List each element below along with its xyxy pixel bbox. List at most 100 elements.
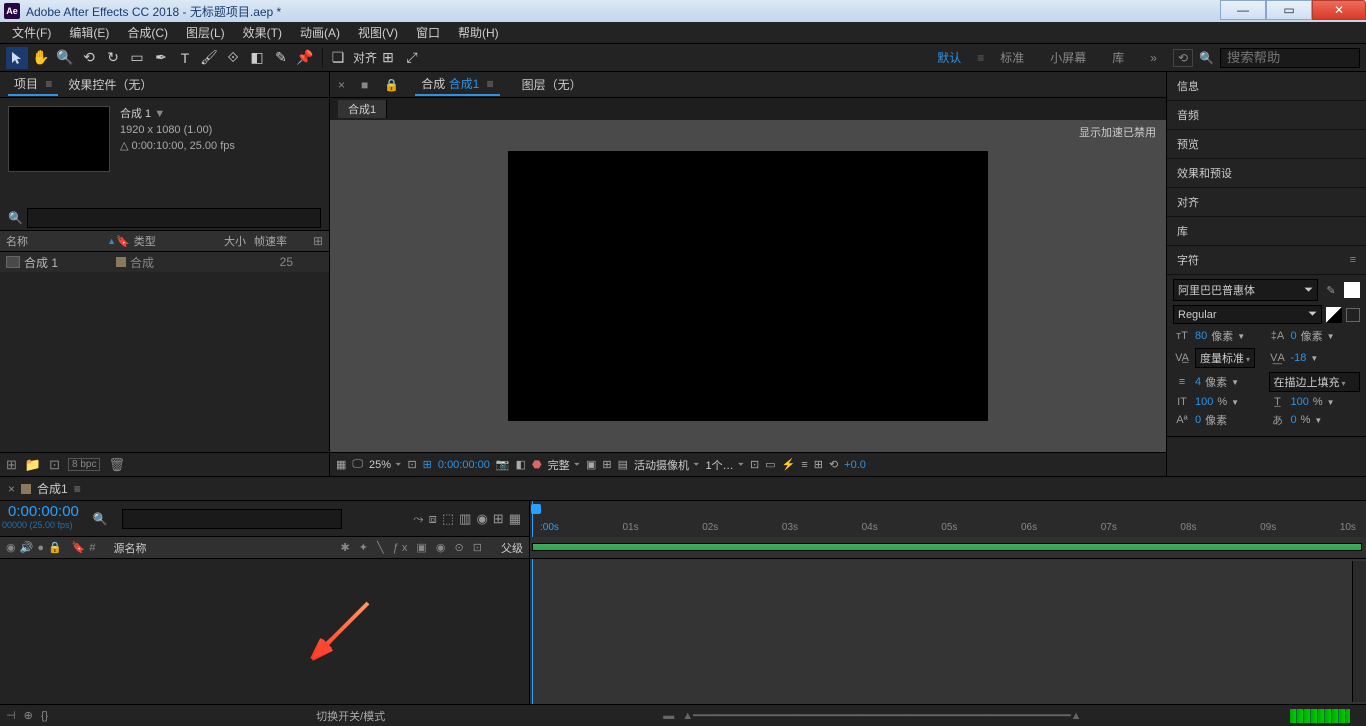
stroke-width-value[interactable]: 4 (1195, 376, 1201, 388)
menu-edit[interactable]: 编辑(E) (61, 22, 117, 43)
menu-layer[interactable]: 图层(L) (178, 22, 233, 43)
tab-effect-controls[interactable]: 效果控件（无） (62, 74, 158, 95)
draft3d-icon[interactable]: ⧈ (429, 511, 437, 527)
baseline-value[interactable]: 0 (1195, 414, 1201, 426)
tracking-value[interactable]: -18 (1291, 352, 1307, 364)
res-down-icon[interactable]: ⊡ (407, 458, 416, 471)
brush-tool[interactable]: 🖌 (198, 47, 220, 69)
source-name-header[interactable]: 源名称 (114, 540, 147, 556)
solo-col-icon[interactable]: ● (37, 542, 44, 554)
tab-project[interactable]: 项目 ≡ (8, 73, 58, 96)
panel-character[interactable]: 字符≡ (1167, 246, 1366, 275)
font-size-value[interactable]: 80 (1195, 330, 1207, 342)
project-item-row[interactable]: 合成 1 合成 25 (0, 252, 329, 272)
trash-icon[interactable]: 🗑 (108, 457, 125, 473)
menu-animation[interactable]: 动画(A) (292, 22, 348, 43)
eraser-tool[interactable]: ◧ (246, 47, 268, 69)
roi-icon[interactable]: ▣ (586, 458, 596, 471)
workspace-standard[interactable]: 标准 (990, 47, 1034, 68)
panel-preview[interactable]: 预览 (1167, 130, 1366, 159)
motion-blur-icon[interactable]: ◉ (476, 511, 487, 527)
menu-window[interactable]: 窗口 (408, 22, 448, 43)
snapping-toggle[interactable]: ⊞ (377, 47, 399, 69)
timeline-layer-area[interactable] (0, 559, 530, 704)
timeline-ruler[interactable]: :00s01s02s03s04s05s06s07s08s09s10s (530, 501, 1366, 537)
show-snapshot-icon[interactable]: ◧ (516, 458, 526, 471)
maximize-button[interactable]: ▭ (1266, 0, 1312, 20)
panel-library[interactable]: 库 (1167, 217, 1366, 246)
leading-value[interactable]: 0 (1291, 330, 1297, 342)
fast-preview-icon[interactable]: ⚡ (782, 458, 796, 471)
roto-tool[interactable]: ✎ (270, 47, 292, 69)
flowchart-icon[interactable]: ⊞ (814, 458, 823, 471)
workspace-small[interactable]: 小屏幕 (1040, 47, 1096, 68)
text-tool[interactable]: T (174, 47, 196, 69)
scrollbar-v[interactable] (1352, 561, 1366, 702)
font-style-selector[interactable]: Regular⏷ (1173, 305, 1322, 324)
font-family-selector[interactable]: 阿里巴巴普惠体⏷ (1173, 279, 1318, 301)
work-area-bar[interactable] (532, 543, 1362, 551)
zoom-slider[interactable]: ▲━━━━━━━━━━━━━━━━━━━━━━━━━━━━━━━━━━━━━━━… (682, 709, 1081, 722)
channel-icon[interactable]: ⬣ (532, 458, 542, 471)
hscale-value[interactable]: 100 (1291, 396, 1309, 408)
viewer-area[interactable]: 显示加速已禁用 (330, 120, 1166, 452)
flowchart-icon[interactable]: ⊞ (313, 234, 323, 248)
stroke-mode-selector[interactable]: 在描边上填充 (1269, 372, 1361, 392)
current-time-indicator[interactable] (532, 559, 533, 704)
timeline-icon[interactable]: ≡ (801, 459, 807, 471)
panel-info[interactable]: 信息 (1167, 72, 1366, 101)
rotate-tool[interactable]: ↻ (102, 47, 124, 69)
project-search-input[interactable] (27, 208, 321, 228)
lock-col-icon[interactable]: 🔒 (48, 541, 62, 554)
eyedropper-icon[interactable]: ✎ (1322, 284, 1340, 297)
timeline-tab[interactable]: 合成1 (37, 480, 68, 497)
panel-align[interactable]: 对齐 (1167, 188, 1366, 217)
zoom-selector[interactable]: 25% (369, 459, 401, 471)
kerning-selector[interactable]: 度量标准 (1195, 348, 1255, 368)
stamp-tool[interactable]: ⟐ (222, 47, 244, 69)
grid-icon[interactable]: ⊞ (602, 458, 611, 471)
lock-icon[interactable]: 🔒 (384, 78, 399, 92)
viewer-timecode[interactable]: 0:00:00:00 (438, 459, 490, 471)
comp-mini-tab[interactable]: 合成1 (338, 100, 387, 118)
camera-selector[interactable]: 活动摄像机 (634, 457, 699, 473)
video-col-icon[interactable]: ◉ (6, 541, 16, 554)
transparency-grid-icon[interactable]: ⊞ (423, 458, 432, 471)
menu-effect[interactable]: 效果(T) (235, 22, 290, 43)
menu-composition[interactable]: 合成(C) (119, 22, 176, 43)
toggle-modes-icon[interactable]: ⊕ (24, 709, 33, 722)
menu-file[interactable]: 文件(F) (4, 22, 59, 43)
timeline-timecode[interactable]: 0:00:00:00 (8, 503, 79, 520)
menu-view[interactable]: 视图(V) (350, 22, 406, 43)
parent-header[interactable]: 父级 (501, 540, 523, 556)
minimize-button[interactable]: — (1220, 0, 1266, 20)
zoom-tool[interactable]: 🔍 (54, 47, 76, 69)
interpret-icon[interactable]: ⊞ (6, 457, 17, 473)
workspace-default[interactable]: 默认 (927, 47, 971, 68)
reset-exposure-icon[interactable]: ⟲ (829, 458, 838, 471)
exposure-value[interactable]: +0.0 (844, 459, 866, 471)
stroke-color-swatch[interactable] (1326, 307, 1342, 323)
tab-comp-viewer[interactable]: 合成 合成1 ≡ (415, 73, 499, 96)
no-color-swatch[interactable] (1346, 308, 1360, 322)
orbit-tool[interactable]: ⟲ (78, 47, 100, 69)
share-view-icon[interactable]: ⊡ (750, 458, 759, 471)
bit-depth[interactable]: 8 bpc (68, 458, 100, 471)
timeline-search-input[interactable] (122, 509, 342, 529)
snapshot-icon[interactable]: 📷 (496, 458, 510, 471)
panel-audio[interactable]: 音频 (1167, 101, 1366, 130)
new-comp-icon[interactable]: ⊡ (49, 457, 60, 473)
tsume-value[interactable]: 0 (1291, 414, 1297, 426)
menu-help[interactable]: 帮助(H) (450, 22, 507, 43)
shy-icon[interactable]: ⬚ (442, 511, 454, 527)
timeline-track-area[interactable] (530, 559, 1366, 704)
always-preview-icon[interactable]: ▦ (336, 458, 346, 471)
toggle-switches-modes[interactable]: 切换开关/模式 (316, 708, 385, 724)
pen-tool[interactable]: ✒ (150, 47, 172, 69)
graph-editor-icon[interactable]: ⊞ (493, 511, 504, 527)
panel-effects-presets[interactable]: 效果和预设 (1167, 159, 1366, 188)
close-button[interactable]: ✕ (1312, 0, 1366, 20)
toggle-switches-icon[interactable]: ⊣ (6, 709, 16, 722)
playhead[interactable] (531, 504, 541, 514)
sync-icon[interactable]: ⟲ (1173, 49, 1193, 67)
